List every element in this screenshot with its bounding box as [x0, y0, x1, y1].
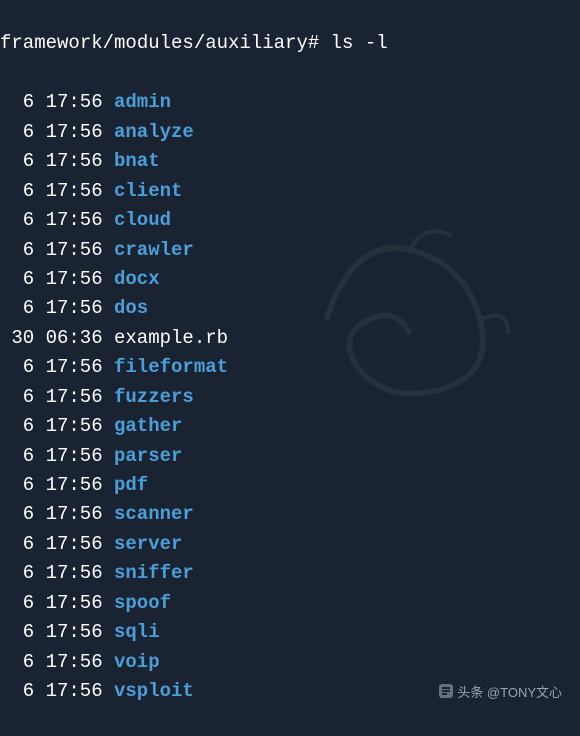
listing-row: 6 17:56 dos [0, 294, 580, 323]
entry-time: 17:56 [46, 442, 103, 471]
listing-row: 6 17:56 bnat [0, 147, 580, 176]
entry-time: 17:56 [46, 412, 103, 441]
entry-day: 6 [0, 383, 34, 412]
file-listing: 6 17:56 admin 6 17:56 analyze 6 17:56 bnat 6 17:56… [0, 88, 580, 706]
entry-time: 17:56 [46, 500, 103, 529]
entry-time: 17:56 [46, 353, 103, 382]
entry-time: 17:56 [46, 383, 103, 412]
directory-name: cloud [114, 206, 171, 235]
entry-time: 17:56 [46, 147, 103, 176]
listing-row: 6 17:56 fileformat [0, 353, 580, 382]
entry-time: 17:56 [46, 530, 103, 559]
entry-day: 6 [0, 500, 34, 529]
entry-day: 6 [0, 265, 34, 294]
entry-time: 17:56 [46, 265, 103, 294]
entry-day: 6 [0, 206, 34, 235]
listing-row: 6 17:56 analyze [0, 118, 580, 147]
entry-time: 17:56 [46, 294, 103, 323]
listing-row: 6 17:56 voip [0, 648, 580, 677]
entry-time: 17:56 [46, 559, 103, 588]
entry-time: 17:56 [46, 618, 103, 647]
listing-row: 6 17:56 fuzzers [0, 383, 580, 412]
listing-row: 30 06:36 example.rb [0, 324, 580, 353]
entry-time: 17:56 [46, 88, 103, 117]
entry-day: 6 [0, 147, 34, 176]
entry-time: 17:56 [46, 206, 103, 235]
entry-day: 6 [0, 442, 34, 471]
entry-time: 17:56 [46, 589, 103, 618]
entry-day: 6 [0, 294, 34, 323]
entry-day: 6 [0, 412, 34, 441]
directory-name: crawler [114, 236, 194, 265]
entry-day: 6 [0, 559, 34, 588]
directory-name: sqli [114, 618, 160, 647]
entry-day: 6 [0, 118, 34, 147]
entry-day: 6 [0, 88, 34, 117]
entry-time: 17:56 [46, 677, 103, 706]
entry-time: 17:56 [46, 471, 103, 500]
listing-row: 6 17:56 gather [0, 412, 580, 441]
listing-row: 6 17:56 server [0, 530, 580, 559]
directory-name: server [114, 530, 182, 559]
toutiao-icon [439, 684, 453, 704]
entry-day: 6 [0, 353, 34, 382]
directory-name: voip [114, 648, 160, 677]
directory-name: spoof [114, 589, 171, 618]
watermark-text: 头条 @TONY文心 [457, 685, 562, 700]
blank-line [0, 62, 11, 84]
directory-name: analyze [114, 118, 194, 147]
watermark: 头条 @TONY文心 [439, 683, 562, 704]
listing-row: 6 17:56 cloud [0, 206, 580, 235]
directory-name: fuzzers [114, 383, 194, 412]
listing-row: 6 17:56 admin [0, 88, 580, 117]
directory-name: parser [114, 442, 182, 471]
entry-day: 6 [0, 648, 34, 677]
entry-day: 6 [0, 471, 34, 500]
entry-day: 30 [0, 324, 34, 353]
listing-row: 6 17:56 parser [0, 442, 580, 471]
listing-row: 6 17:56 client [0, 177, 580, 206]
directory-name: docx [114, 265, 160, 294]
directory-name: bnat [114, 147, 160, 176]
prompt-line-2: framework/modules/auxiliary# ls -l [0, 32, 388, 54]
entry-day: 6 [0, 589, 34, 618]
listing-row: 6 17:56 pdf [0, 471, 580, 500]
entry-time: 17:56 [46, 236, 103, 265]
directory-name: pdf [114, 471, 148, 500]
directory-name: scanner [114, 500, 194, 529]
entry-time: 17:56 [46, 177, 103, 206]
directory-name: client [114, 177, 182, 206]
file-name: example.rb [114, 324, 228, 353]
listing-row: 6 17:56 docx [0, 265, 580, 294]
directory-name: fileformat [114, 353, 228, 382]
listing-row: 6 17:56 scanner [0, 500, 580, 529]
directory-name: gather [114, 412, 182, 441]
listing-row: 6 17:56 spoof [0, 589, 580, 618]
directory-name: sniffer [114, 559, 194, 588]
entry-day: 6 [0, 618, 34, 647]
directory-name: dos [114, 294, 148, 323]
listing-row: 6 17:56 crawler [0, 236, 580, 265]
listing-row: 6 17:56 sniffer [0, 559, 580, 588]
terminal-output[interactable]: framework/modules/auxiliary# ls -l 6 17:5… [0, 0, 580, 736]
entry-time: 17:56 [46, 648, 103, 677]
entry-day: 6 [0, 236, 34, 265]
entry-day: 6 [0, 677, 34, 706]
directory-name: vsploit [114, 677, 194, 706]
entry-time: 17:56 [46, 118, 103, 147]
listing-row: 6 17:56 sqli [0, 618, 580, 647]
entry-day: 6 [0, 530, 34, 559]
entry-day: 6 [0, 177, 34, 206]
entry-time: 06:36 [46, 324, 103, 353]
directory-name: admin [114, 88, 171, 117]
